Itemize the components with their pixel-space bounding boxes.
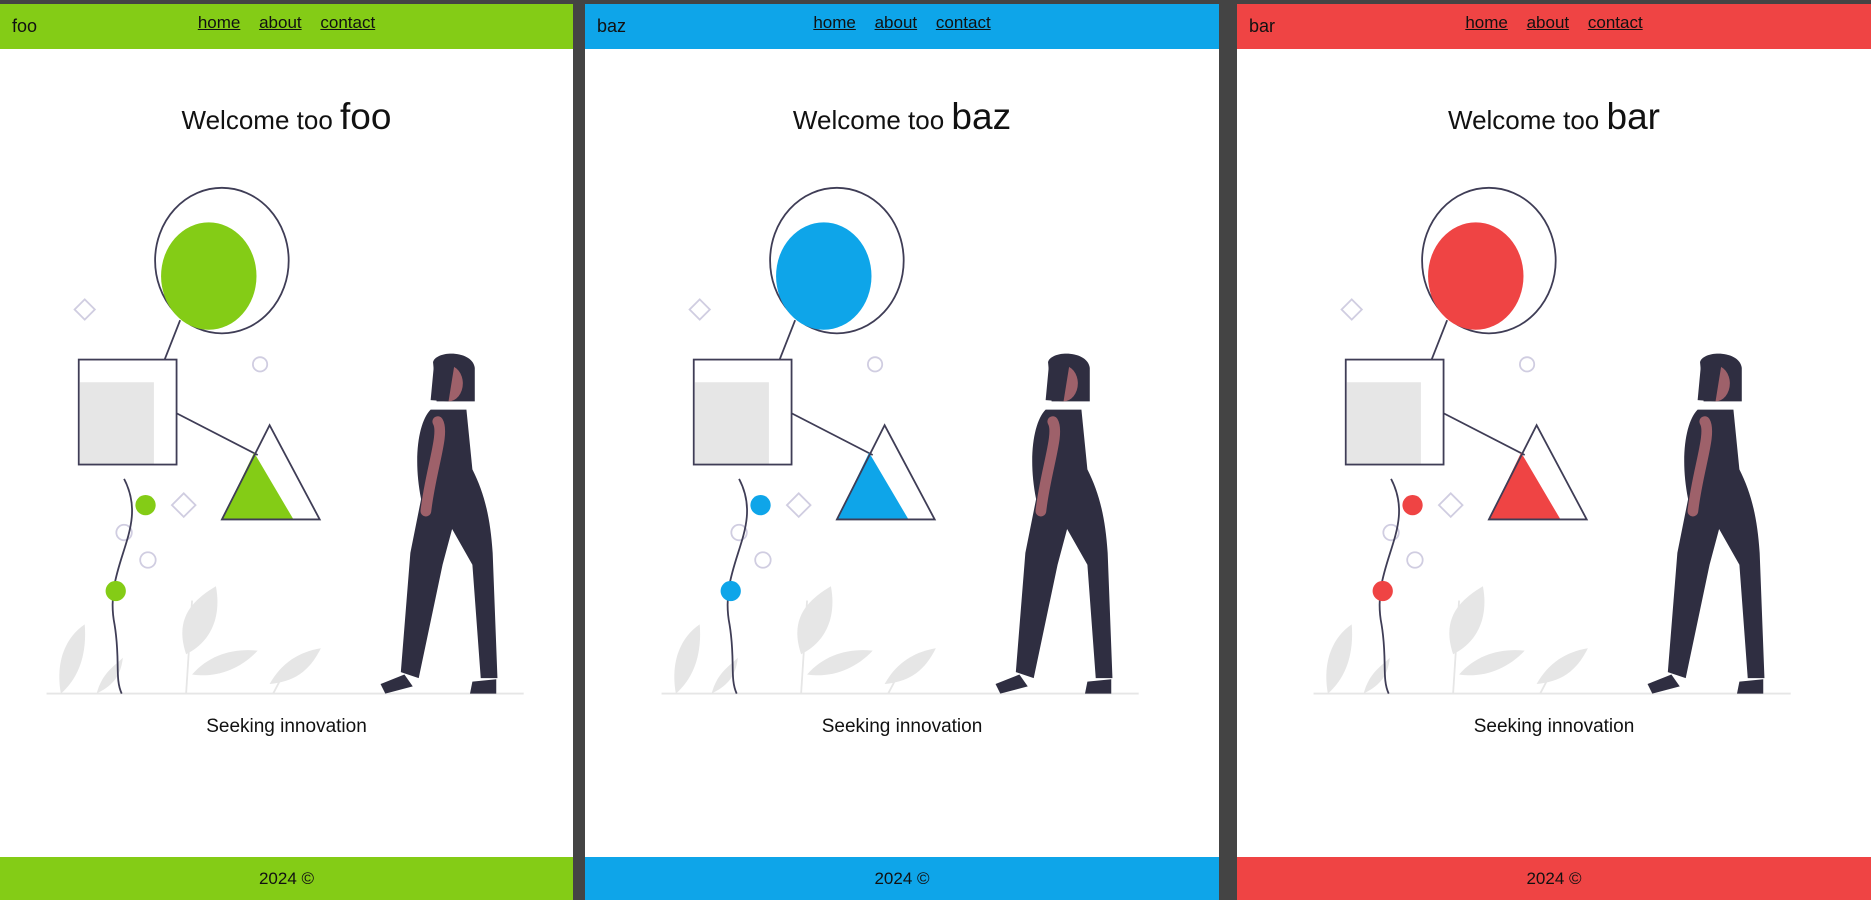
diamond-icon (1437, 492, 1464, 519)
tagline: Seeking innovation (821, 716, 983, 737)
woman-figure-icon (995, 353, 1113, 694)
site-preview-foo: foo home about contact Welcome too foo S… (0, 4, 573, 900)
tagline: Seeking innovation (1473, 716, 1635, 737)
nav-about-link[interactable]: about (875, 13, 918, 32)
leaf-icon (1536, 648, 1588, 685)
accent-circle-icon (1428, 222, 1524, 330)
welcome-heading: Welcome too baz (585, 96, 1219, 138)
site-header: bar home about contact (1237, 4, 1871, 49)
accent-triangle-icon (221, 452, 293, 520)
site-name: foo (340, 96, 392, 137)
welcome-text: Welcome too (792, 105, 945, 135)
site-footer: 2024 © (585, 857, 1219, 900)
woman-figure-icon (380, 353, 497, 694)
leaf-icon (58, 624, 85, 694)
walking-woman-illustration (661, 186, 1139, 695)
accent-triangle-icon (836, 452, 909, 520)
leaf-icon (1459, 650, 1525, 676)
site-footer: 2024 © (1237, 857, 1871, 900)
nav-home-link[interactable]: home (198, 13, 241, 32)
accent-circle-icon (160, 222, 256, 330)
welcome-heading: Welcome too bar (1237, 96, 1871, 138)
leaf-icon (1449, 586, 1485, 655)
site-preview-bar: bar home about contact Welcome too bar S… (1237, 4, 1871, 900)
main-nav: home about contact (1237, 13, 1871, 33)
diamond-icon (785, 492, 812, 519)
diamond-icon (1340, 298, 1364, 321)
nav-home-link[interactable]: home (813, 13, 856, 32)
leaf-icon (269, 648, 321, 685)
leaf-icon (674, 624, 701, 694)
leaf-icon (884, 648, 936, 685)
welcome-text: Welcome too (181, 105, 333, 135)
accent-circle-icon (776, 222, 872, 330)
nav-contact-link[interactable]: contact (320, 13, 375, 32)
copyright-text: 2024 © (1526, 869, 1582, 888)
site-name: bar (1606, 96, 1660, 137)
nav-contact-link[interactable]: contact (936, 13, 991, 32)
site-footer: 2024 © (0, 857, 573, 900)
diamond-icon (170, 492, 197, 519)
tagline: Seeking innovation (206, 716, 367, 737)
leaf-icon (181, 586, 217, 655)
site-name: baz (951, 96, 1012, 137)
nav-about-link[interactable]: about (259, 13, 302, 32)
main-nav: home about contact (0, 13, 573, 33)
nav-about-link[interactable]: about (1527, 13, 1570, 32)
leaf-icon (807, 650, 873, 676)
walking-woman-illustration (1313, 186, 1791, 695)
main-nav: home about contact (585, 13, 1219, 33)
accent-triangle-icon (1488, 452, 1561, 520)
diamond-icon (688, 298, 712, 321)
diamond-icon (72, 298, 96, 321)
nav-contact-link[interactable]: contact (1588, 13, 1643, 32)
nav-home-link[interactable]: home (1465, 13, 1508, 32)
site-header: foo home about contact (0, 4, 573, 49)
walking-woman-illustration (46, 186, 524, 695)
woman-figure-icon (1647, 353, 1765, 694)
leaf-icon (1326, 624, 1353, 694)
leaf-icon (191, 650, 258, 676)
leaf-icon (797, 586, 833, 655)
site-header: baz home about contact (585, 4, 1219, 49)
welcome-heading: Welcome too foo (0, 96, 573, 138)
copyright-text: 2024 © (874, 869, 930, 888)
site-preview-baz: baz home about contact Welcome too baz S… (585, 4, 1219, 900)
welcome-text: Welcome too (1448, 105, 1600, 135)
copyright-text: 2024 © (258, 869, 315, 888)
